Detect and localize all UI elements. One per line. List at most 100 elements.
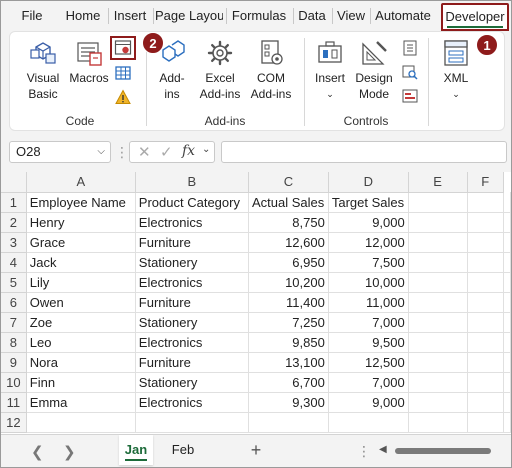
row-header[interactable]: 3 xyxy=(1,232,27,253)
cell[interactable] xyxy=(408,272,468,293)
cell[interactable] xyxy=(503,272,511,293)
cancel-icon[interactable]: ✕ xyxy=(138,143,151,161)
cell[interactable]: Finn xyxy=(26,372,136,393)
cell[interactable] xyxy=(135,412,249,433)
cell[interactable]: Electronics xyxy=(135,392,249,413)
cell[interactable] xyxy=(467,192,505,213)
row-header[interactable]: 4 xyxy=(1,252,27,273)
cell[interactable] xyxy=(408,332,468,353)
cell[interactable]: 11,400 xyxy=(248,292,329,313)
cell[interactable] xyxy=(503,392,511,413)
cell[interactable]: 9,000 xyxy=(328,392,409,413)
macro-security-button[interactable] xyxy=(115,89,131,108)
cell[interactable]: 13,100 xyxy=(248,352,329,373)
cell[interactable]: 6,950 xyxy=(248,252,329,273)
worksheet-grid[interactable]: A B C D E F 1 Employee Name Product Catego… xyxy=(1,172,511,434)
cell[interactable]: 9,300 xyxy=(248,392,329,413)
cell[interactable]: Electronics xyxy=(135,212,249,233)
visual-basic-button[interactable]: Visual Basic xyxy=(22,38,64,102)
resize-handle-icon[interactable]: ⋮ xyxy=(115,143,129,161)
formula-input[interactable] xyxy=(221,141,507,163)
cell[interactable] xyxy=(503,232,511,253)
tab-formulas[interactable]: Formulas xyxy=(228,1,290,31)
cell[interactable]: Jack xyxy=(26,252,136,273)
com-add-ins-button[interactable]: COM Add-ins xyxy=(246,38,296,102)
insert-function-button[interactable]: fx xyxy=(182,143,195,159)
cell[interactable] xyxy=(467,412,505,433)
cell[interactable] xyxy=(408,252,468,273)
column-header[interactable]: A xyxy=(26,172,136,193)
row-header[interactable]: 11 xyxy=(1,392,27,413)
row-header[interactable]: 8 xyxy=(1,332,27,353)
cell[interactable] xyxy=(467,332,505,353)
tab-insert[interactable]: Insert xyxy=(109,1,151,31)
cell[interactable]: Owen xyxy=(26,292,136,313)
cell[interactable] xyxy=(503,212,511,233)
relative-references-button[interactable] xyxy=(115,65,131,84)
row-header[interactable]: 6 xyxy=(1,292,27,313)
cell[interactable]: Actual Sales xyxy=(248,192,329,213)
insert-control-button[interactable]: Insert ⌄ xyxy=(310,38,350,102)
cell[interactable]: Furniture xyxy=(135,292,249,313)
row-header[interactable]: 9 xyxy=(1,352,27,373)
cell[interactable]: 9,850 xyxy=(248,332,329,353)
cell[interactable]: 10,200 xyxy=(248,272,329,293)
row-header[interactable]: 10 xyxy=(1,372,27,393)
tab-split-handle-icon[interactable]: ⋮ xyxy=(357,443,371,460)
cell[interactable]: 12,600 xyxy=(248,232,329,253)
record-macro-button[interactable] xyxy=(114,39,132,60)
cell[interactable]: 10,000 xyxy=(328,272,409,293)
column-header[interactable]: F xyxy=(467,172,505,193)
cell[interactable] xyxy=(467,352,505,373)
cell[interactable] xyxy=(328,412,409,433)
cell[interactable]: 12,500 xyxy=(328,352,409,373)
run-dialog-button[interactable] xyxy=(402,88,418,107)
cell[interactable] xyxy=(467,212,505,233)
cell[interactable] xyxy=(467,232,505,253)
cell[interactable]: Target Sales xyxy=(328,192,409,213)
cell[interactable]: Employee Name xyxy=(26,192,136,213)
cell[interactable]: Product Category xyxy=(135,192,249,213)
cell[interactable]: Zoe xyxy=(26,312,136,333)
view-code-button[interactable] xyxy=(402,64,418,83)
cell[interactable] xyxy=(408,352,468,373)
row-header[interactable]: 7 xyxy=(1,312,27,333)
cell[interactable] xyxy=(467,372,505,393)
cell[interactable]: Emma xyxy=(26,392,136,413)
cell[interactable]: Stationery xyxy=(135,372,249,393)
cell[interactable] xyxy=(467,272,505,293)
cell[interactable]: 11,000 xyxy=(328,292,409,313)
row-header[interactable]: 2 xyxy=(1,212,27,233)
cell[interactable] xyxy=(467,292,505,313)
column-header[interactable]: C xyxy=(248,172,329,193)
cell[interactable] xyxy=(408,192,468,213)
cell[interactable] xyxy=(503,192,511,213)
tab-page-layout[interactable]: Page Layout xyxy=(155,1,223,31)
cell[interactable]: Grace xyxy=(26,232,136,253)
cell[interactable]: Lily xyxy=(26,272,136,293)
select-all-corner[interactable] xyxy=(1,172,27,193)
cell[interactable]: Electronics xyxy=(135,272,249,293)
cell[interactable] xyxy=(503,292,511,313)
chevron-right-icon[interactable]: ❯ xyxy=(63,443,76,461)
excel-add-ins-button[interactable]: Excel Add-ins xyxy=(196,38,244,102)
chevron-left-icon[interactable]: ❮ xyxy=(31,443,44,461)
tab-developer[interactable]: Developer xyxy=(441,3,509,31)
sheet-tab-jan[interactable]: Jan xyxy=(119,435,153,465)
cell[interactable]: Leo xyxy=(26,332,136,353)
column-header[interactable]: D xyxy=(328,172,409,193)
cell[interactable] xyxy=(26,412,136,433)
cell[interactable] xyxy=(408,392,468,413)
cell[interactable] xyxy=(248,412,329,433)
cell[interactable]: 9,000 xyxy=(328,212,409,233)
cell[interactable]: Nora xyxy=(26,352,136,373)
cell[interactable]: 7,000 xyxy=(328,312,409,333)
cell[interactable]: Henry xyxy=(26,212,136,233)
cell[interactable] xyxy=(408,372,468,393)
cell[interactable] xyxy=(408,292,468,313)
cell[interactable] xyxy=(503,372,511,393)
cell[interactable] xyxy=(467,252,505,273)
add-ins-button[interactable]: Add- ins xyxy=(154,38,190,102)
tab-file[interactable]: File xyxy=(13,1,51,31)
cell[interactable] xyxy=(503,412,511,433)
